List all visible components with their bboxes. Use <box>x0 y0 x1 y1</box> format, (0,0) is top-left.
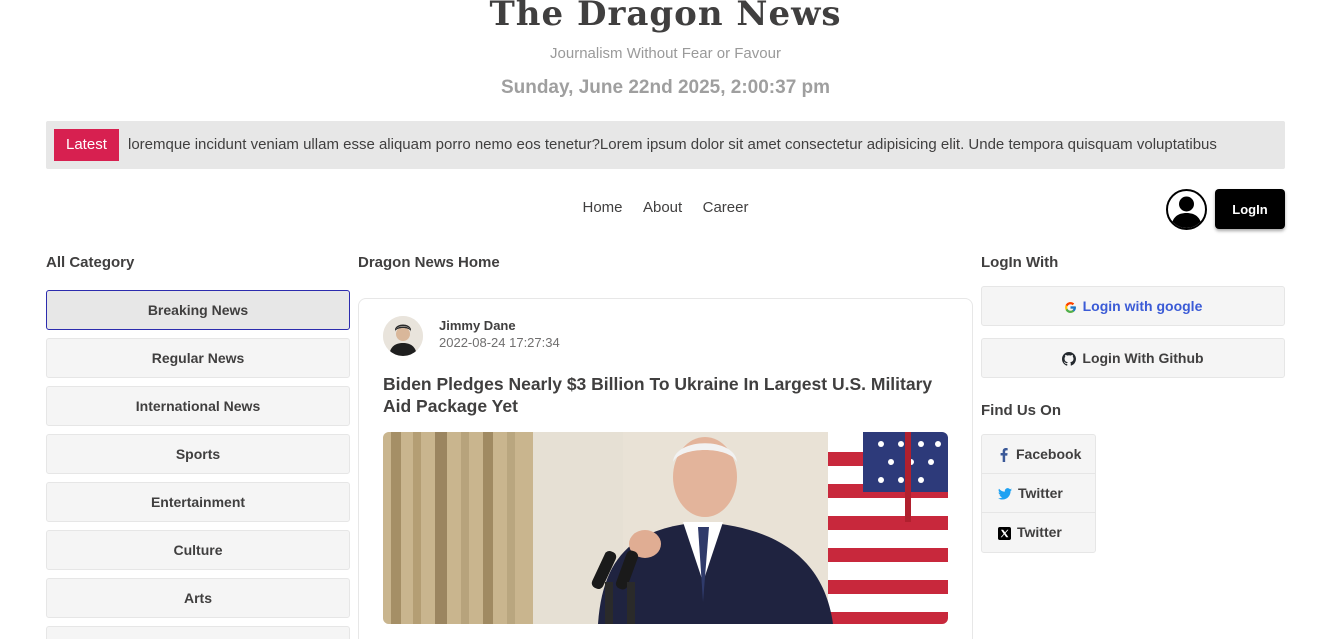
facebook-link[interactable]: Facebook <box>982 435 1095 474</box>
category-entertainment[interactable]: Entertainment <box>46 482 350 522</box>
login-github-label: Login With Github <box>1082 350 1204 366</box>
category-culture[interactable]: Culture <box>46 530 350 570</box>
google-icon <box>1064 301 1076 313</box>
site-tagline: Journalism Without Fear or Favour <box>550 45 781 62</box>
article-headline[interactable]: Biden Pledges Nearly $3 Billion To Ukrai… <box>383 373 953 417</box>
login-button[interactable]: LogIn <box>1215 189 1285 229</box>
main-nav: Home About Career <box>0 199 1331 217</box>
nav-about[interactable]: About <box>643 199 682 216</box>
article-image[interactable] <box>383 432 948 624</box>
twitter-icon <box>998 488 1012 500</box>
all-category-title: All Category <box>46 254 135 271</box>
user-avatar-icon[interactable] <box>1166 189 1207 230</box>
login-google-button[interactable]: Login with google <box>981 286 1285 326</box>
article-date: 2022-08-24 17:27:34 <box>439 335 560 350</box>
current-datetime: Sunday, June 22nd 2025, 2:00:37 pm <box>500 77 831 98</box>
github-icon <box>1062 352 1077 366</box>
login-with-title: LogIn With <box>981 254 1059 271</box>
nav-career[interactable]: Career <box>703 199 749 216</box>
social-links-list: Facebook Twitter Twitter <box>981 434 1096 553</box>
main-column-title: Dragon News Home <box>358 254 500 271</box>
login-github-button[interactable]: Login With Github <box>981 338 1285 378</box>
news-card: Jimmy Dane 2022-08-24 17:27:34 Biden Ple… <box>358 298 973 639</box>
latest-news-ticker: Latest loremque incidunt veniam ullam es… <box>46 121 1285 169</box>
category-sports[interactable]: Sports <box>46 434 350 474</box>
author-name: Jimmy Dane <box>439 318 516 333</box>
x-twitter-link[interactable]: Twitter <box>982 513 1095 552</box>
category-international-news[interactable]: International News <box>46 386 350 426</box>
find-us-title: Find Us On <box>981 402 1061 419</box>
category-more[interactable] <box>46 626 350 639</box>
category-regular-news[interactable]: Regular News <box>46 338 350 378</box>
author-avatar <box>383 316 423 356</box>
latest-badge: Latest <box>54 129 119 161</box>
facebook-icon <box>1000 448 1008 463</box>
login-google-label: Login with google <box>1082 298 1203 314</box>
site-logo: The Dragon News <box>489 0 842 34</box>
x-icon <box>998 526 1011 540</box>
ticker-text[interactable]: loremque incidunt veniam ullam esse aliq… <box>128 121 1279 169</box>
category-arts[interactable]: Arts <box>46 578 350 618</box>
category-breaking-news[interactable]: Breaking News <box>46 290 350 330</box>
twitter-link[interactable]: Twitter <box>982 474 1095 513</box>
nav-home[interactable]: Home <box>583 199 623 216</box>
